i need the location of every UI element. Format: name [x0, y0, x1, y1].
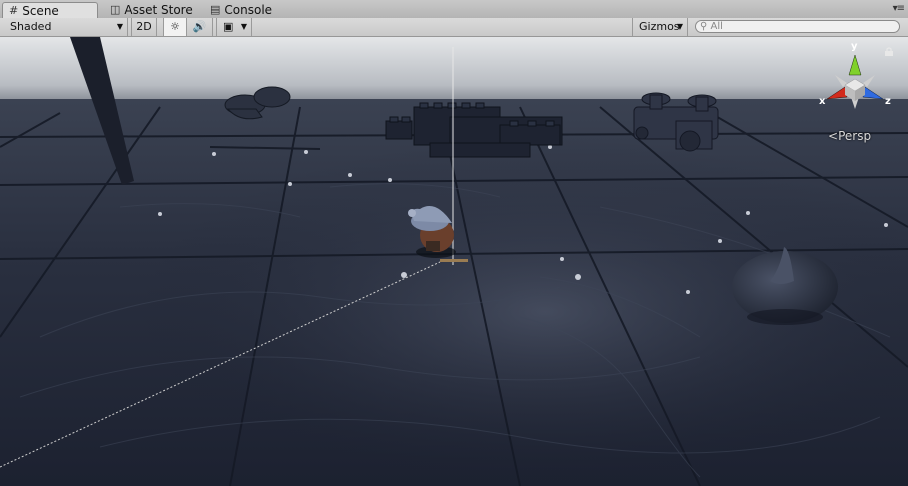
gizmos-dropdown[interactable]: Gizmos ▼ [632, 18, 688, 36]
grid-icon: # [9, 3, 19, 17]
image-icon: ▣ [223, 20, 234, 33]
gizmos-label: Gizmos [639, 20, 680, 33]
persp-chevron-icon: < [828, 129, 839, 143]
chevron-down-icon: ▼ [116, 22, 123, 31]
tab-options-menu-icon[interactable]: ▾≡ [893, 3, 905, 14]
shading-mode-label: Shaded [10, 20, 52, 33]
sun-icon: ☼ [170, 20, 180, 33]
effects-dropdown[interactable]: ▣ ▼ [216, 18, 252, 36]
axis-y-label: y [851, 41, 858, 52]
search-placeholder: All [710, 21, 723, 32]
chevron-down-icon: ▼ [240, 22, 247, 31]
tab-scene-label: Scene [22, 3, 59, 18]
tab-asset-store-label: Asset Store [124, 3, 193, 17]
scene-toolbar: Shaded ▼ 2D ☼ 🔊 ▣ ▼ Gizmos ▼ ⚲ All [0, 18, 908, 37]
audio-toggle-button[interactable]: 🔊 [187, 18, 213, 36]
speaker-icon: 🔊 [192, 20, 207, 33]
shopping-bag-icon: ◫ [110, 3, 121, 16]
scene-viewport[interactable]: y x z <Persp [0, 37, 908, 486]
tab-console[interactable]: ▤ Console [204, 2, 284, 18]
tab-console-label: Console [224, 3, 273, 17]
projection-label: Persp [838, 129, 872, 143]
search-icon: ⚲ [700, 21, 708, 32]
hierarchy-search-input[interactable]: ⚲ All [695, 20, 900, 33]
scene-render [0, 37, 908, 486]
chevron-down-icon: ▼ [676, 22, 683, 31]
projection-toggle[interactable]: <Persp [828, 129, 871, 143]
lock-icon[interactable] [885, 45, 893, 56]
console-icon: ▤ [210, 3, 221, 16]
2d-toggle-label: 2D [136, 20, 152, 33]
tab-scene[interactable]: # Scene [2, 2, 98, 18]
shading-mode-dropdown[interactable]: Shaded ▼ [0, 18, 128, 36]
tab-asset-store[interactable]: ◫ Asset Store [104, 2, 200, 18]
axis-z-label: z [885, 96, 891, 107]
axis-x-label: x [819, 96, 826, 107]
lighting-toggle-button[interactable]: ☼ [163, 18, 187, 36]
editor-tab-bar: # Scene ◫ Asset Store ▤ Console ▾≡ [0, 0, 908, 19]
2d-toggle-button[interactable]: 2D [131, 18, 157, 36]
